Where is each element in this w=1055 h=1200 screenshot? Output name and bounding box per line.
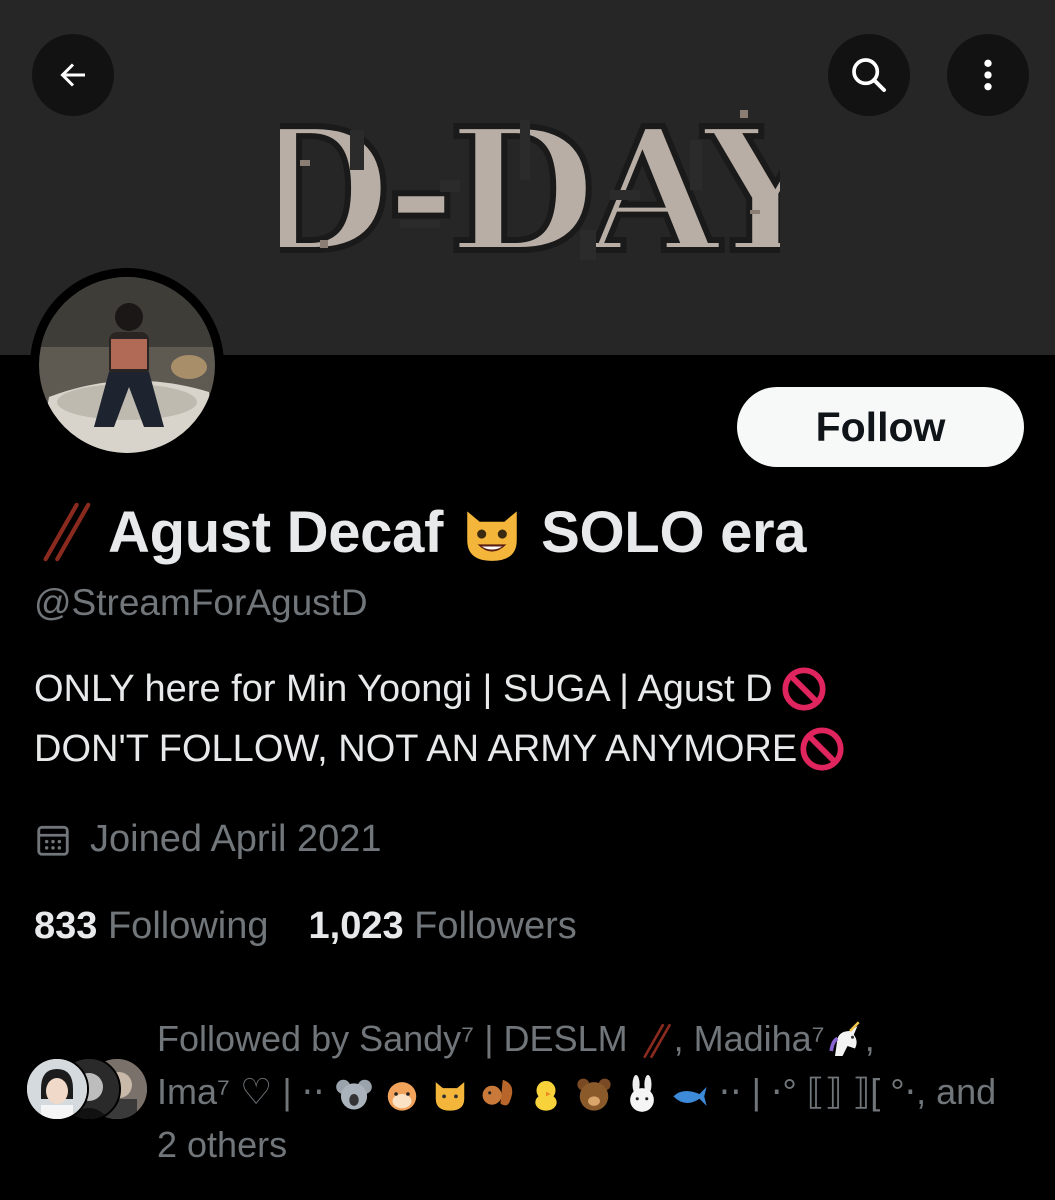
followers-link[interactable]: 1,023 Followers (309, 905, 577, 948)
followers-count: 1,023 (308, 905, 404, 947)
following-link[interactable]: 833 Following (34, 905, 269, 948)
user-handle: @StreamForAgustD (34, 582, 368, 623)
followed-by-name2: , Madiha⁷ (673, 1018, 825, 1059)
arrow-left-icon (60, 63, 85, 87)
prohibited-icon (782, 667, 826, 711)
display-name-row: Agust Decaf SOLO era (34, 492, 807, 572)
squirrel-icon (482, 1080, 512, 1106)
chick-icon (534, 1081, 557, 1112)
unicorn-icon (829, 1021, 860, 1057)
hamster-icon (387, 1082, 416, 1112)
follow-stats: 833 Following 1,023 Followers (34, 905, 577, 948)
followed-by-prefix: Followed by Sandy⁷ | DESLM (157, 1018, 628, 1059)
cat-icon (435, 1082, 464, 1112)
followed-by-mid: ⋅⋅ | ⋅° ⟦⟧ ⟧[ °⋅, and (718, 1071, 997, 1112)
bio-text-2: DON'T FOLLOW, NOT AN ARMY ANYMORE (34, 727, 798, 770)
bear-icon (577, 1079, 611, 1112)
followed-by-avatars[interactable] (25, 1057, 150, 1121)
display-name: Agust Decaf (108, 499, 444, 565)
chopsticks-icon (643, 1024, 671, 1059)
prohibited-icon (800, 727, 844, 771)
bio-line-1: ONLY here for Min Yoongi | SUGA | Agust … (34, 666, 827, 712)
followed-by-text[interactable]: Followed by Sandy⁷ | DESLM , Madiha⁷ , I… (157, 1012, 1027, 1171)
followed-by-others: 2 others (157, 1124, 288, 1165)
following-count: 833 (34, 905, 98, 947)
follow-button[interactable]: Follow (737, 387, 1024, 467)
avatar-image (39, 277, 215, 453)
followed-by-name3: Ima⁷ ♡ | ⋅⋅ (157, 1071, 325, 1112)
back-button[interactable] (32, 34, 114, 116)
whale-icon (673, 1087, 707, 1107)
rabbit-icon (629, 1075, 654, 1113)
following-label: Following (107, 905, 269, 947)
search-button[interactable] (828, 34, 910, 116)
more-vertical-icon (984, 59, 992, 91)
search-icon (852, 58, 886, 92)
avatar (25, 1057, 89, 1121)
profile-avatar[interactable] (30, 268, 224, 462)
joined-text: Joined April 2021 (90, 818, 382, 860)
banner-d-day-logo: D-DAY (280, 88, 780, 294)
koala-icon (335, 1080, 372, 1110)
bio-line-2: DON'T FOLLOW, NOT AN ARMY ANYMORE (34, 726, 845, 772)
chopsticks-icon (43, 502, 91, 562)
joined-date: Joined April 2021 (34, 818, 382, 861)
grinning-cat-icon (467, 511, 517, 561)
display-name-suffix: SOLO era (541, 499, 807, 565)
more-button[interactable] (947, 34, 1029, 116)
bio-text-1: ONLY here for Min Yoongi | SUGA | Agust … (34, 667, 773, 710)
followers-label: Followers (414, 905, 577, 947)
calendar-icon (37, 825, 69, 856)
